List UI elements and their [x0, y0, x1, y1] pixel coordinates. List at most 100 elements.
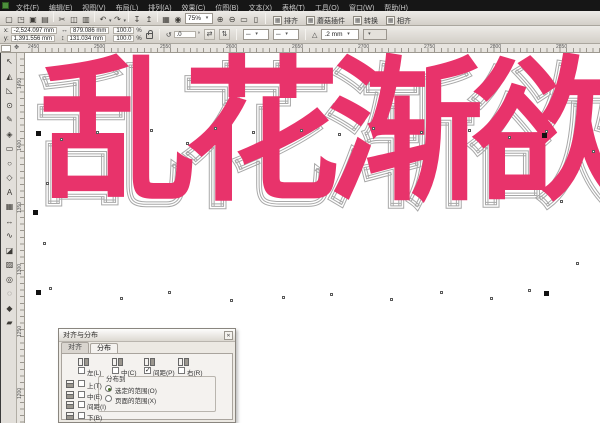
checkbox-左(L)[interactable]	[78, 367, 85, 374]
ellipse-tool-icon[interactable]: ○	[3, 157, 16, 172]
curve-node[interactable]	[576, 262, 579, 265]
checkbox-中(C)[interactable]	[112, 367, 119, 374]
horizontal-ruler[interactable]: ✥ 245025002550260026502700275028002850	[0, 44, 600, 53]
arrowhead-end-combo[interactable]: ─ ▾	[273, 29, 299, 40]
curve-node[interactable]	[468, 129, 471, 132]
curve-node[interactable]	[252, 131, 255, 134]
fill-tool-icon[interactable]: ◆	[3, 302, 16, 317]
checkbox-右(R)[interactable]	[178, 367, 185, 374]
zoom-tool-icon[interactable]: ⊙	[3, 99, 16, 114]
artwork-char-3[interactable]: 欲	[472, 53, 600, 258]
print-icon[interactable]: ▤	[39, 14, 51, 26]
curve-node[interactable]	[300, 129, 303, 132]
curve-node[interactable]	[490, 297, 493, 300]
table-tool-icon[interactable]: ▦	[3, 200, 16, 215]
selection-handle[interactable]	[33, 210, 38, 215]
export-icon[interactable]: ↥	[143, 14, 155, 26]
undo-icon[interactable]: ↶	[97, 14, 109, 26]
shape-tool-icon[interactable]: ◭	[3, 70, 16, 85]
artwork-char-1[interactable]: 花	[184, 53, 328, 258]
transparency-tool-icon[interactable]: ▨	[3, 258, 16, 273]
curve-node[interactable]	[96, 131, 99, 134]
crop-tool-icon[interactable]: ◺	[3, 84, 16, 99]
zoom-selected-icon[interactable]: ▭	[238, 14, 250, 26]
width-field[interactable]: 879.086 mm	[70, 27, 109, 34]
import-icon[interactable]: ↧	[131, 14, 143, 26]
mirror-horizontal-button[interactable]: ⇄	[204, 29, 215, 40]
checkbox-下(B)[interactable]	[78, 412, 85, 419]
curve-node[interactable]	[338, 133, 341, 136]
zoom-out-icon[interactable]: ⊖	[226, 14, 238, 26]
curve-node[interactable]	[330, 293, 333, 296]
ruler-origin-button[interactable]	[1, 45, 11, 52]
text-tool-icon[interactable]: A	[3, 186, 16, 201]
freehand-tool-icon[interactable]: ✎	[3, 113, 16, 128]
save-icon[interactable]: ▣	[27, 14, 39, 26]
radio-选定的范围(O)[interactable]	[105, 385, 112, 392]
rotation-angle-field[interactable]: .0	[174, 31, 196, 38]
curve-node[interactable]	[60, 138, 63, 141]
checkbox-间距(I)[interactable]	[78, 401, 85, 408]
curve-node[interactable]	[186, 142, 189, 145]
paste-icon[interactable]: ▥	[80, 14, 92, 26]
zoom-in-icon[interactable]: ⊕	[214, 14, 226, 26]
new-document-icon[interactable]: ▢	[3, 14, 15, 26]
artwork-char-0[interactable]: 乱	[40, 53, 184, 258]
smart-fill-tool-icon[interactable]: ◈	[3, 128, 16, 143]
outline-width-combo[interactable]: .2 mm ▾	[321, 29, 359, 40]
zoom-level-combo[interactable]: 75% ▾	[185, 13, 213, 24]
connector-tool-icon[interactable]: ∿	[3, 229, 16, 244]
rectangle-tool-icon[interactable]: ▭	[3, 142, 16, 157]
curve-node[interactable]	[46, 182, 49, 185]
vertical-ruler[interactable]: 145014001350130012501200	[17, 53, 25, 423]
selection-handle[interactable]	[36, 131, 41, 136]
zoom-page-icon[interactable]: ▯	[250, 14, 262, 26]
curve-node[interactable]	[43, 242, 46, 245]
curve-node[interactable]	[150, 129, 153, 132]
curve-node[interactable]	[168, 291, 171, 294]
curve-node[interactable]	[120, 297, 123, 300]
curve-node[interactable]	[440, 291, 443, 294]
align-distribute-dialog[interactable]: 对齐与分布 ✕ 对齐分布 分布到 选定的范围(O)页面的范围(X) 左(L)中(…	[58, 328, 236, 423]
curve-node[interactable]	[390, 298, 393, 301]
artwork-text[interactable]: 乱花渐欲	[40, 53, 600, 258]
x-position-field[interactable]: -2,524.097 mm	[11, 27, 57, 34]
lock-ratio-icon[interactable]	[146, 33, 153, 39]
copy-icon[interactable]: ◫	[68, 14, 80, 26]
curve-node[interactable]	[230, 299, 233, 302]
drop-shadow-tool-icon[interactable]: ◪	[3, 244, 16, 259]
checkbox-中(E)[interactable]	[78, 391, 85, 398]
scale-v-field[interactable]: 100.0	[113, 35, 134, 42]
welcome-screen-icon[interactable]: ◉	[172, 14, 184, 26]
eyedropper-tool-icon[interactable]: ◎	[3, 273, 16, 288]
curve-node[interactable]	[372, 127, 375, 130]
outline-pen-tool-icon[interactable]: ◌	[3, 287, 16, 302]
curve-node[interactable]	[528, 289, 531, 292]
selection-handle[interactable]	[542, 133, 547, 138]
scale-h-field[interactable]: 100.0	[113, 27, 134, 34]
open-icon[interactable]: ◳	[15, 14, 27, 26]
curve-node[interactable]	[592, 150, 595, 153]
curve-node[interactable]	[214, 127, 217, 130]
pick-tool-icon[interactable]: ↖	[3, 55, 16, 70]
arrowhead-start-combo[interactable]: ─ ▾	[243, 29, 269, 40]
dialog-title-bar[interactable]: 对齐与分布 ✕	[59, 329, 235, 342]
redo-icon[interactable]: ↷	[112, 14, 124, 26]
curve-node[interactable]	[49, 287, 52, 290]
curve-node[interactable]	[508, 136, 511, 139]
application-launcher-icon[interactable]: ▦	[160, 14, 172, 26]
dimension-tool-icon[interactable]: ↔	[3, 215, 16, 230]
close-icon[interactable]: ✕	[224, 331, 233, 340]
mirror-vertical-button[interactable]: ⇅	[219, 29, 230, 40]
tab-对齐[interactable]: 对齐	[61, 342, 89, 353]
curve-node[interactable]	[420, 131, 423, 134]
height-field[interactable]: 131.034 mm	[67, 35, 106, 42]
cut-icon[interactable]: ✂	[56, 14, 68, 26]
selection-handle[interactable]	[544, 291, 549, 296]
artwork-char-2[interactable]: 渐	[328, 53, 472, 258]
checkbox-上(T)[interactable]	[78, 380, 85, 387]
dropdown-arrow-icon[interactable]: ▾	[124, 18, 127, 24]
polygon-tool-icon[interactable]: ◇	[3, 171, 16, 186]
y-position-field[interactable]: 1,391.556 mm	[11, 35, 55, 42]
selection-handle[interactable]	[36, 290, 41, 295]
